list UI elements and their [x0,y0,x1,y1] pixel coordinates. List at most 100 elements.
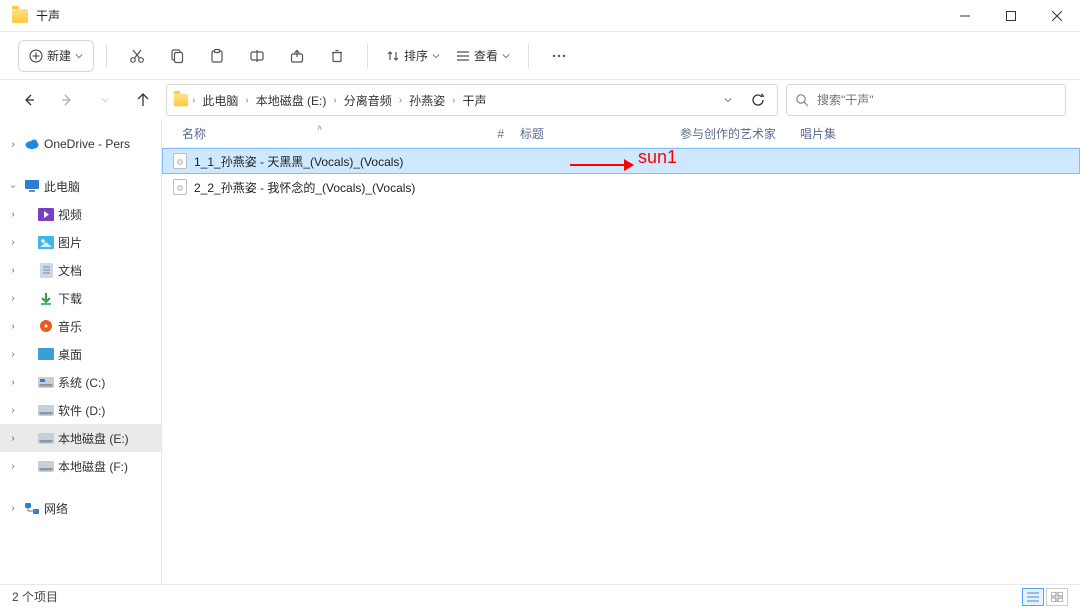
chevron-right-icon[interactable]: › [6,265,20,276]
tree-label: 视频 [58,206,82,223]
new-button[interactable]: 新建 [18,40,94,72]
chevron-right-icon[interactable]: › [6,293,20,304]
drive-icon [38,375,54,389]
tree-item-videos[interactable]: › 视频 [0,200,161,228]
details-view-button[interactable] [1022,588,1044,606]
tree-item-drive-f[interactable]: › 本地磁盘 (F:) [0,452,161,480]
tree-item-music[interactable]: ›音乐 [0,312,161,340]
toolbar: 新建 排序 查看 [0,32,1080,80]
sort-icon [386,49,400,63]
tree-label: 网络 [44,500,68,517]
copy-button[interactable] [159,39,195,73]
chevron-right-icon[interactable]: › [6,349,20,360]
chevron-right-icon[interactable]: › [6,209,20,220]
network-icon [24,501,40,515]
minimize-button[interactable] [942,0,988,32]
tree-item-downloads[interactable]: ›下载 [0,284,161,312]
column-track[interactable]: # [472,127,512,141]
cut-button[interactable] [119,39,155,73]
plus-circle-icon [29,49,43,63]
breadcrumb-item[interactable]: 分离音频 [340,90,396,111]
file-row[interactable]: 1_1_孙燕姿 - 天黑黑_(Vocals)_(Vocals) [162,148,1080,174]
search-box[interactable] [786,84,1066,116]
desktop-icon [38,347,54,361]
chevron-right-icon[interactable]: › [6,237,20,248]
tree-label: 此电脑 [44,178,80,195]
tree-item-drive-d[interactable]: › 软件 (D:) [0,396,161,424]
breadcrumb-item[interactable]: 孙燕姿 [405,90,449,111]
breadcrumb-sep: › [191,95,196,106]
tree-item-pictures[interactable]: ›图片 [0,228,161,256]
address-bar[interactable]: › 此电脑 › 本地磁盘 (E:) › 分离音频 › 孙燕姿 › 干声 [166,84,778,116]
audio-file-icon [172,153,188,169]
chevron-down-icon[interactable]: › [8,179,19,193]
documents-icon [38,263,54,277]
search-input[interactable] [817,93,1057,107]
delete-button[interactable] [319,39,355,73]
cut-icon [129,48,145,64]
tree-item-desktop[interactable]: ›桌面 [0,340,161,368]
downloads-icon [38,291,54,305]
file-name: 2_2_孙燕姿 - 我怀念的_(Vocals)_(Vocals) [194,179,415,196]
tree-label: 软件 (D:) [58,402,105,419]
thumbnails-view-button[interactable] [1046,588,1068,606]
column-name[interactable]: 名称˄ [162,125,472,142]
column-artist[interactable]: 参与创作的艺术家 [672,125,792,142]
breadcrumb-item[interactable]: 本地磁盘 (E:) [252,90,331,111]
view-icon [456,49,470,63]
tree-label: 本地磁盘 (E:) [58,430,129,447]
tree-label: 本地磁盘 (F:) [58,458,128,475]
forward-button[interactable] [52,85,82,115]
paste-button[interactable] [199,39,235,73]
close-button[interactable] [1034,0,1080,32]
pictures-icon [38,235,54,249]
chevron-right-icon[interactable]: › [6,503,20,514]
sort-button[interactable]: 排序 [380,39,446,73]
video-icon [38,207,54,221]
chevron-right-icon[interactable]: › [6,321,20,332]
chevron-right-icon[interactable]: › [6,461,20,472]
view-button[interactable]: 查看 [450,39,516,73]
drive-icon [38,403,54,417]
breadcrumb-label: 孙燕姿 [409,92,445,109]
recent-button[interactable] [90,85,120,115]
chevron-right-icon[interactable]: › [6,433,20,444]
tree-label: OneDrive - Pers [44,137,130,151]
tree-item-thispc[interactable]: › 此电脑 [0,172,161,200]
more-button[interactable] [541,39,577,73]
column-album[interactable]: 唱片集 [792,125,902,142]
chevron-down-icon [502,52,510,60]
breadcrumb-item[interactable]: 此电脑 [198,90,242,111]
breadcrumb-sep: › [332,95,337,106]
column-title[interactable]: 标题 [512,125,672,142]
paste-icon [209,48,225,64]
navigation-pane: › OneDrive - Pers › 此电脑 ›视频 ›图片 ›文档 ›下载 … [0,120,162,584]
tree-item-documents[interactable]: ›文档 [0,256,161,284]
new-button-label: 新建 [47,47,71,64]
chevron-right-icon[interactable]: › [6,405,20,416]
back-button[interactable] [14,85,44,115]
chevron-right-icon[interactable]: › [6,377,20,388]
share-button[interactable] [279,39,315,73]
chevron-down-icon [75,52,83,60]
tree-item-drive-c[interactable]: › 系统 (C:) [0,368,161,396]
breadcrumb-label: 分离音频 [344,92,392,109]
music-icon [38,319,54,333]
file-row[interactable]: 2_2_孙燕姿 - 我怀念的_(Vocals)_(Vocals) [162,174,1080,200]
tree-item-onedrive[interactable]: › OneDrive - Pers [0,130,161,158]
rename-button[interactable] [239,39,275,73]
tree-item-drive-e[interactable]: › 本地磁盘 (E:) [0,424,161,452]
title-bar: 干声 [0,0,1080,32]
breadcrumb-item[interactable]: 干声 [458,90,490,111]
chevron-right-icon[interactable]: › [6,139,20,150]
drive-icon [38,431,54,445]
file-pane: 名称˄ # 标题 参与创作的艺术家 唱片集 1_1_孙燕姿 - 天黑黑_(Voc… [162,120,1080,584]
address-dropdown[interactable] [715,87,741,113]
maximize-button[interactable] [988,0,1034,32]
breadcrumb-sep: › [451,95,456,106]
tree-item-network[interactable]: › 网络 [0,494,161,522]
column-label: 名称 [182,127,206,141]
tree-label: 系统 (C:) [58,374,105,391]
up-button[interactable] [128,85,158,115]
refresh-button[interactable] [745,87,771,113]
